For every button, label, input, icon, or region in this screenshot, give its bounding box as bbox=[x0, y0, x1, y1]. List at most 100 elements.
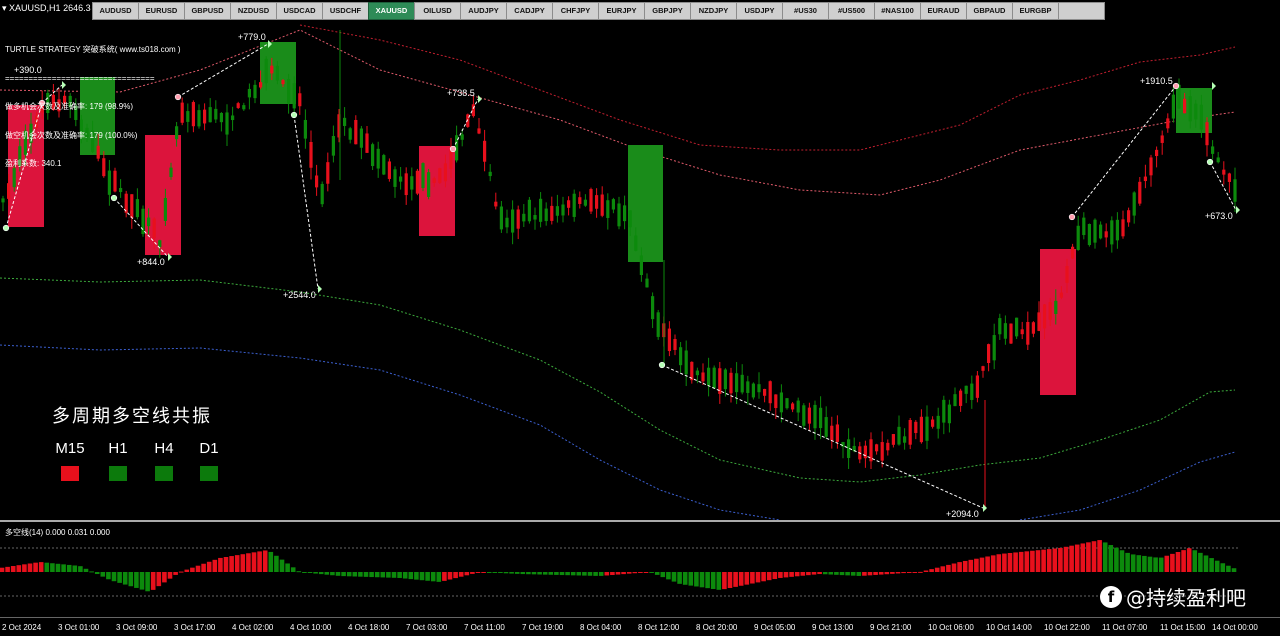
profit-label: +738.5 bbox=[447, 88, 475, 98]
indicator-bar bbox=[1214, 560, 1220, 572]
symbol-button-usdcad[interactable]: USDCAD bbox=[276, 2, 323, 20]
symbol-button-empty[interactable] bbox=[1058, 2, 1105, 20]
candle-body bbox=[583, 199, 587, 206]
candle-body bbox=[600, 194, 604, 216]
candle-body bbox=[1048, 302, 1052, 320]
time-tick: 11 Oct 07:00 bbox=[1102, 623, 1148, 632]
candle-body bbox=[802, 405, 806, 426]
indicator-bar bbox=[1035, 550, 1041, 572]
candle-body bbox=[757, 384, 761, 393]
candle-body bbox=[886, 442, 890, 451]
candle-body bbox=[651, 296, 655, 320]
indicator-bar bbox=[1041, 549, 1046, 572]
candle-body bbox=[499, 206, 503, 230]
symbol-button-gbpaud[interactable]: GBPAUD bbox=[966, 2, 1013, 20]
candle-body bbox=[791, 403, 795, 410]
indicator-bar bbox=[290, 567, 296, 572]
time-tick: 11 Oct 15:00 bbox=[1160, 623, 1206, 632]
lower-band-blue-right bbox=[1019, 451, 1236, 521]
candle-body bbox=[231, 115, 235, 121]
indicator-bar bbox=[677, 572, 682, 584]
indicator-bar bbox=[688, 572, 694, 586]
candle-body bbox=[903, 436, 907, 443]
symbol-button-gbpusd[interactable]: GBPUSD bbox=[184, 2, 231, 20]
symbol-button-nzdusd[interactable]: NZDUSD bbox=[230, 2, 277, 20]
indicator-bar bbox=[514, 572, 520, 574]
indicator-bar bbox=[117, 572, 122, 583]
candle-body bbox=[835, 424, 839, 442]
candle-body bbox=[460, 134, 464, 140]
symbol-button-eurusd[interactable]: EURUSD bbox=[138, 2, 185, 20]
candle-body bbox=[707, 367, 711, 386]
timeframe-signal-h1 bbox=[109, 466, 127, 481]
indicator-bar bbox=[212, 559, 218, 572]
timeframe-signal-h4 bbox=[155, 466, 173, 481]
indicator-bar bbox=[318, 572, 324, 575]
symbol-button-oilusd[interactable]: OILUSD bbox=[414, 2, 461, 20]
candle-body bbox=[634, 235, 638, 251]
indicator-bar bbox=[542, 572, 548, 575]
indicator-bar bbox=[246, 553, 251, 572]
candle-body bbox=[763, 388, 767, 396]
candle-body bbox=[1227, 173, 1231, 182]
indicator-bar bbox=[335, 572, 341, 576]
indicator-bar bbox=[1130, 554, 1136, 572]
candle-body bbox=[443, 163, 447, 182]
candle-body bbox=[533, 215, 537, 220]
indicator-bar bbox=[755, 572, 761, 583]
indicator-bar bbox=[744, 572, 750, 585]
symbol-button-nzdjpy[interactable]: NZDJPY bbox=[690, 2, 737, 20]
candle-body bbox=[303, 119, 307, 139]
indicator-bar bbox=[654, 572, 660, 575]
indicator-bar bbox=[582, 572, 587, 576]
symbol-button-eurgbp[interactable]: EURGBP bbox=[1012, 2, 1059, 20]
indicator-bar bbox=[705, 572, 710, 589]
indicator-bar bbox=[610, 572, 615, 576]
indicator-bar bbox=[1102, 542, 1108, 572]
symbol-button-nas100[interactable]: #NAS100 bbox=[874, 2, 921, 20]
indicator-bar bbox=[671, 572, 677, 582]
symbol-button-gbpjpy[interactable]: GBPJPY bbox=[644, 2, 691, 20]
candle-body bbox=[807, 407, 811, 424]
chart-dropdown-icon[interactable]: ▾ bbox=[2, 3, 7, 13]
candle-body bbox=[253, 84, 257, 99]
candle-body bbox=[561, 204, 565, 216]
trade-line bbox=[1071, 85, 1177, 218]
candle-body bbox=[1132, 192, 1136, 216]
indicator-bar bbox=[1209, 558, 1214, 572]
exit-arrow bbox=[318, 285, 322, 293]
candle-body bbox=[1015, 317, 1019, 337]
symbol-button-us30[interactable]: #US30 bbox=[782, 2, 829, 20]
indicator-bar bbox=[167, 572, 173, 579]
symbol-button-audjpy[interactable]: AUDJPY bbox=[460, 2, 507, 20]
price-chart[interactable]: +779.0 +844.0 +2544.0 +738.5 +2094.0 +1910.5 +… bbox=[0, 0, 1280, 636]
symbol-button-us500[interactable]: #US500 bbox=[828, 2, 875, 20]
indicator-bar bbox=[962, 560, 968, 572]
timeframe-signal-d1 bbox=[200, 466, 218, 481]
indicator-bar bbox=[374, 572, 380, 578]
indicator-bar bbox=[1069, 545, 1074, 572]
symbol-button-euraud[interactable]: EURAUD bbox=[920, 2, 967, 20]
candle-body bbox=[785, 398, 789, 409]
candle-body bbox=[695, 370, 699, 376]
indicator-bar bbox=[307, 572, 313, 573]
symbol-button-eurjpy[interactable]: EURJPY bbox=[598, 2, 645, 20]
symbol-button-usdjpy[interactable]: USDJPY bbox=[736, 2, 783, 20]
symbol-button-usdchf[interactable]: USDCHF bbox=[322, 2, 369, 20]
candle-body bbox=[628, 210, 632, 228]
signal-box bbox=[628, 145, 663, 262]
symbol-button-audusd[interactable]: AUDUSD bbox=[92, 2, 139, 20]
indicator-separator[interactable] bbox=[0, 520, 1280, 522]
symbol-button-chfjpy[interactable]: CHFJPY bbox=[552, 2, 599, 20]
exit-arrow bbox=[1212, 82, 1216, 90]
symbol-button-xauusd[interactable]: XAUUSD bbox=[368, 2, 415, 20]
candle-body bbox=[774, 394, 778, 409]
indicator-bar bbox=[1030, 550, 1035, 572]
candle-body bbox=[225, 112, 229, 135]
indicator-bar bbox=[302, 572, 307, 573]
symbol-button-cadjpy[interactable]: CADJPY bbox=[506, 2, 553, 20]
indicator-bar bbox=[722, 572, 727, 590]
candle-body bbox=[975, 375, 979, 398]
candle-body bbox=[527, 199, 531, 222]
indicator-bar bbox=[1175, 552, 1181, 572]
